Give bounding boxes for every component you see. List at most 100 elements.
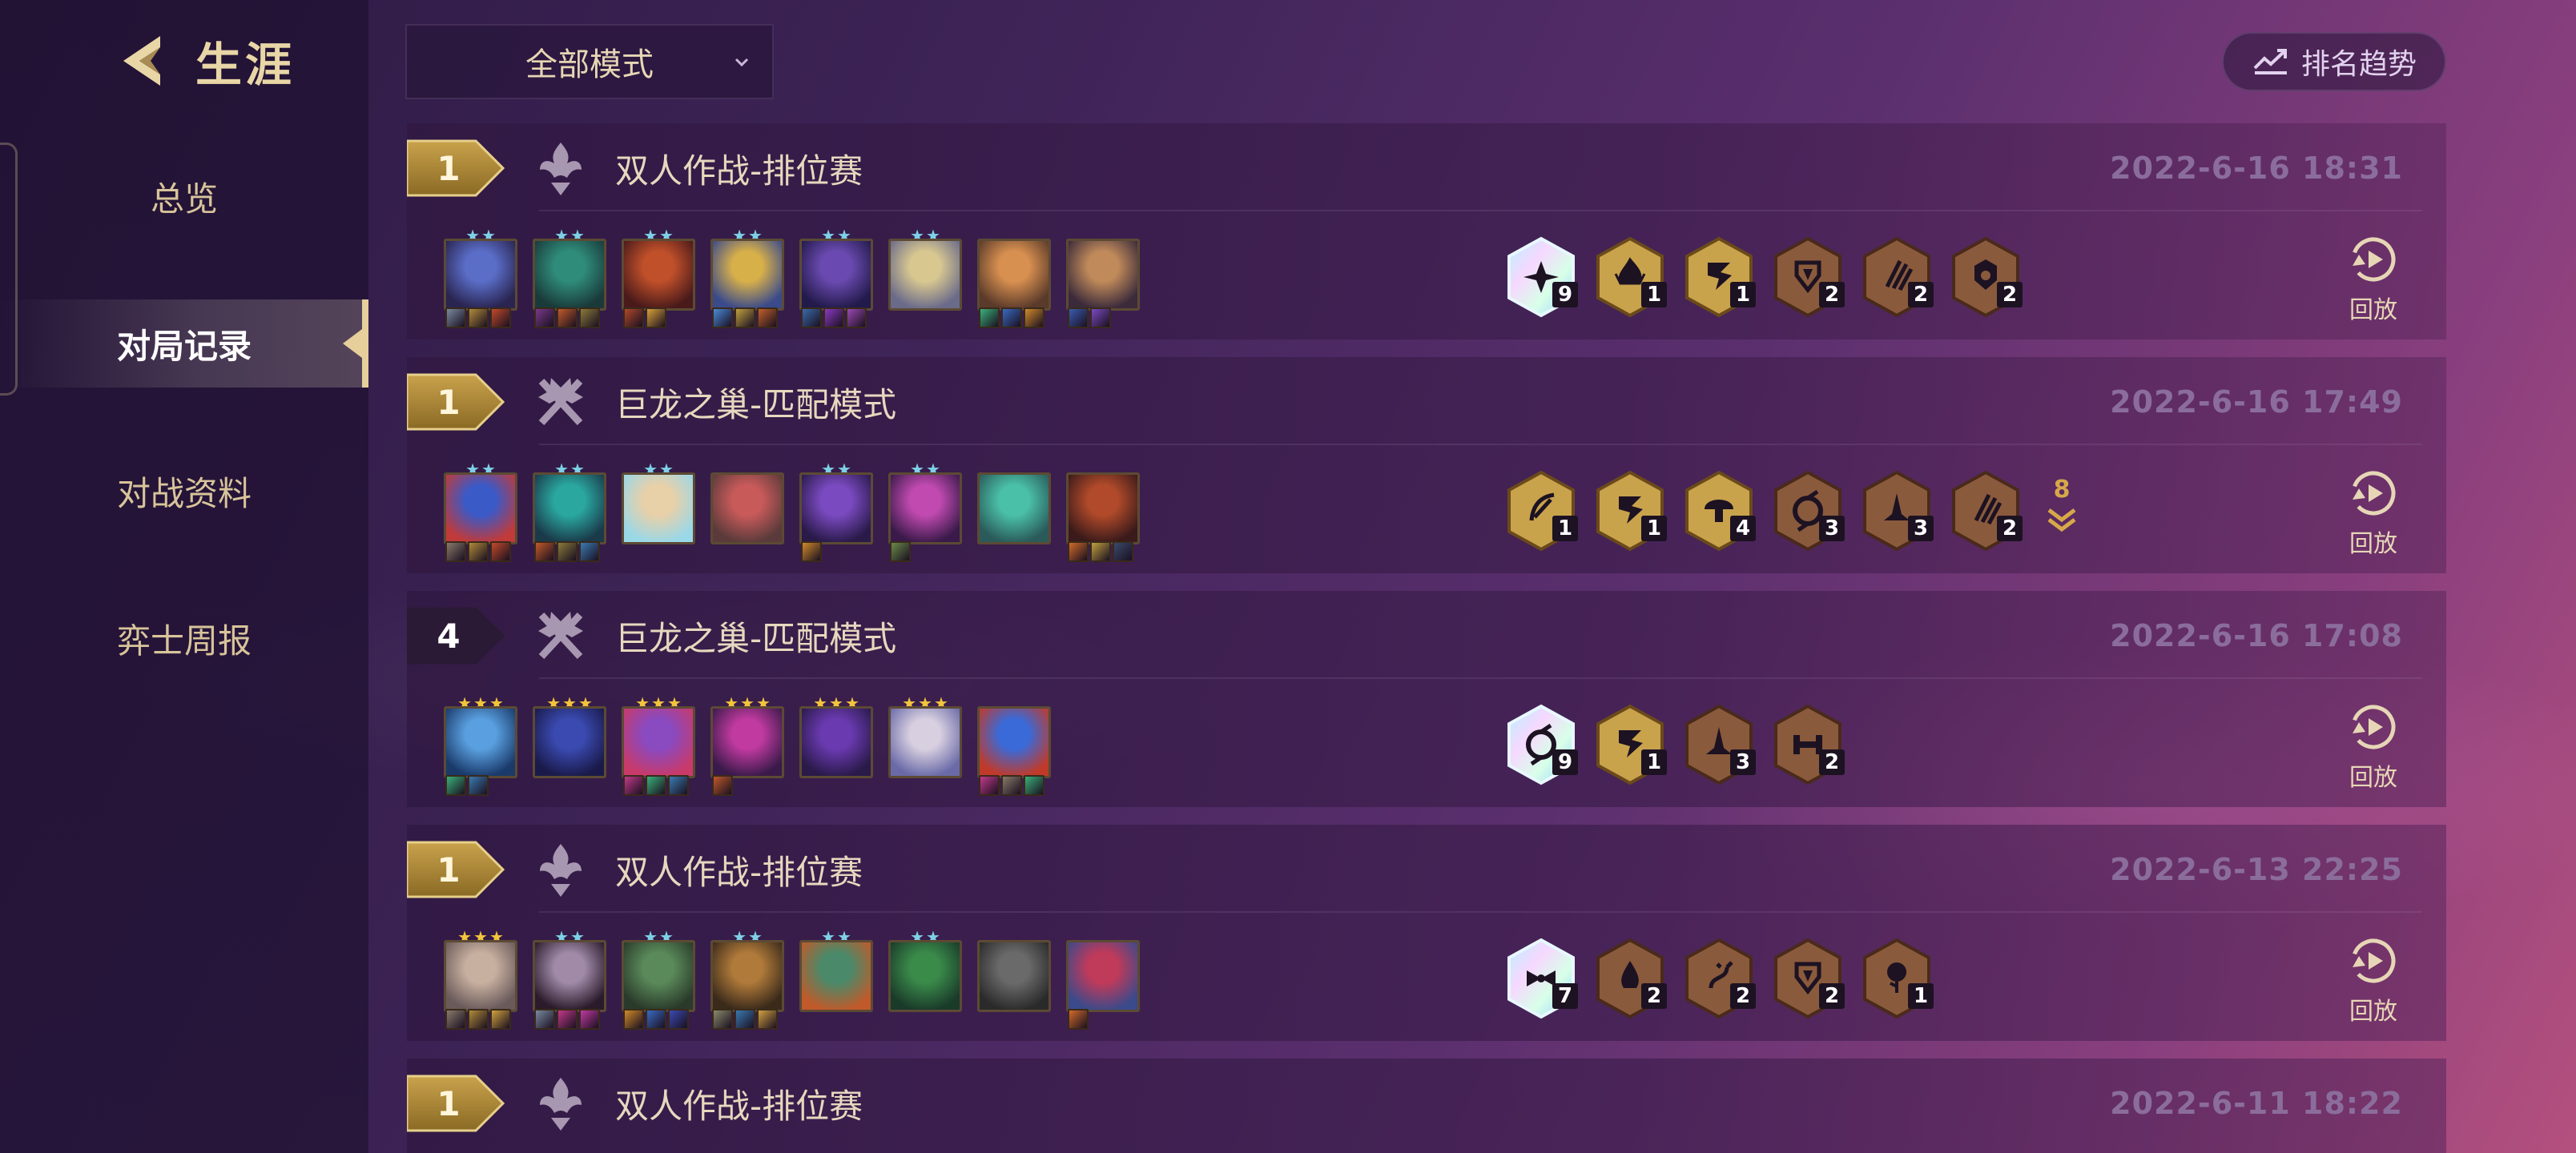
trait-count: 2 bbox=[1819, 983, 1845, 1009]
back-arrow-icon[interactable] bbox=[112, 30, 175, 92]
trait-badge[interactable]: 9 bbox=[1503, 701, 1580, 788]
champion-unit[interactable] bbox=[977, 466, 1051, 562]
item-icon bbox=[623, 775, 644, 796]
champion-unit[interactable]: ★ ★ ★ bbox=[622, 695, 695, 796]
more-traits-button[interactable]: 8 bbox=[2038, 476, 2086, 548]
champion-unit[interactable]: ★ ★ bbox=[622, 929, 695, 1030]
item-icon bbox=[1068, 1009, 1089, 1030]
item-icon bbox=[801, 307, 822, 328]
champion-unit[interactable]: ★ ★ bbox=[888, 227, 962, 328]
champion-unit[interactable]: ★ ★ ★ bbox=[888, 695, 962, 796]
placement-number: 1 bbox=[437, 148, 461, 188]
champion-unit[interactable]: ★ ★ bbox=[799, 929, 873, 1030]
match-card[interactable]: 4 巨龙之巢-匹配模式 2022-6-16 17:08 ★ ★ ★ ★ ★ ★ ★ ★ ★ ★ ★ ★ ★ ★ ★… bbox=[407, 591, 2446, 807]
champion-unit[interactable] bbox=[977, 934, 1051, 1030]
back-header[interactable]: 生涯 bbox=[112, 29, 295, 93]
item-icon bbox=[623, 307, 644, 328]
unit-items bbox=[712, 1009, 778, 1030]
trait-badge[interactable]: 2 bbox=[1947, 234, 2024, 320]
trait-badge[interactable]: 2 bbox=[1769, 935, 1846, 1022]
match-card[interactable]: 1 巨龙之巢-匹配模式 2022-6-16 17:49 ★ ★ ★ ★ ★ ★ ★ ★ ★ ★ 1 1 4 3 3… bbox=[407, 357, 2446, 573]
duo-mode-icon bbox=[540, 844, 582, 897]
trait-count: 1 bbox=[1730, 282, 1756, 307]
trait-badge[interactable]: 1 bbox=[1858, 935, 1935, 1022]
sidebar-item-match-history[interactable]: 对局记录 bbox=[0, 299, 368, 388]
champion-unit[interactable]: ★ ★ ★ bbox=[444, 695, 517, 796]
champion-unit[interactable] bbox=[977, 232, 1051, 328]
champion-unit[interactable]: ★ ★ bbox=[888, 929, 962, 1030]
item-icon bbox=[534, 307, 555, 328]
trait-badge[interactable]: 2 bbox=[1592, 935, 1668, 1022]
trait-badge[interactable]: 9 bbox=[1503, 234, 1580, 320]
champion-unit[interactable] bbox=[1066, 232, 1140, 328]
item-icon bbox=[1113, 541, 1133, 562]
item-icon bbox=[646, 775, 666, 796]
sidebar-item-battle-stats[interactable]: 对战资料 bbox=[0, 447, 368, 535]
champion-unit[interactable]: ★ ★ bbox=[533, 227, 606, 328]
match-card[interactable]: 1 双人作战-排位赛 2022-6-16 18:31 ★ ★ ★ ★ ★ ★ ★ ★ ★ ★ ★ ★ 9 1 1 2… bbox=[407, 123, 2446, 339]
champion-unit[interactable]: ★ ★ ★ bbox=[799, 695, 873, 796]
champion-unit[interactable] bbox=[1066, 934, 1140, 1030]
champion-unit[interactable] bbox=[977, 700, 1051, 796]
item-icon bbox=[668, 1009, 689, 1030]
champion-unit[interactable]: ★ ★ ★ bbox=[444, 929, 517, 1030]
champion-portrait bbox=[977, 706, 1051, 778]
sidebar: 生涯 总览 对局记录 对战资料 弈士周报 bbox=[0, 0, 368, 1153]
champion-unit[interactable]: ★ ★ bbox=[710, 227, 784, 328]
champion-unit[interactable]: ★ ★ bbox=[622, 227, 695, 328]
trait-badge[interactable]: 2 bbox=[1769, 234, 1846, 320]
trait-badge[interactable]: 4 bbox=[1680, 468, 1757, 554]
match-card[interactable]: 1 双人作战-排位赛 2022-6-13 22:25 ★ ★ ★ ★ ★ ★ ★ ★ ★ ★ ★ ★ ★ 7 2 2… bbox=[407, 825, 2446, 1041]
trait-count: 2 bbox=[1908, 282, 1934, 307]
item-icon bbox=[646, 1009, 666, 1030]
active-indicator-arrow bbox=[343, 329, 362, 358]
trait-badge[interactable]: 1 bbox=[1592, 701, 1668, 788]
champion-portrait bbox=[977, 472, 1051, 544]
item-icon bbox=[757, 1009, 778, 1030]
trait-badge[interactable]: 3 bbox=[1680, 701, 1757, 788]
replay-icon bbox=[2351, 705, 2396, 749]
champion-unit[interactable]: ★ ★ bbox=[444, 461, 517, 562]
champion-unit[interactable]: ★ ★ bbox=[622, 461, 695, 562]
trait-badge[interactable]: 2 bbox=[1680, 935, 1757, 1022]
champion-unit[interactable]: ★ ★ bbox=[533, 929, 606, 1030]
trait-badge[interactable]: 3 bbox=[1769, 468, 1846, 554]
trait-badge[interactable]: 2 bbox=[1858, 234, 1935, 320]
trait-badge[interactable]: 2 bbox=[1769, 701, 1846, 788]
champion-unit[interactable]: ★ ★ bbox=[799, 461, 873, 562]
trait-badge[interactable]: 1 bbox=[1592, 234, 1668, 320]
champion-unit[interactable]: ★ ★ ★ bbox=[533, 695, 606, 796]
champion-portrait bbox=[622, 706, 695, 778]
champion-portrait bbox=[799, 239, 873, 311]
champion-portrait bbox=[533, 472, 606, 544]
match-card[interactable]: 1 双人作战-排位赛 2022-6-11 18:22 bbox=[407, 1059, 2446, 1153]
trait-badge[interactable]: 1 bbox=[1503, 468, 1580, 554]
trend-chart-icon bbox=[2253, 49, 2287, 74]
replay-button[interactable]: 回放 bbox=[2337, 468, 2409, 558]
trait-badge[interactable]: 3 bbox=[1858, 468, 1935, 554]
champion-unit[interactable]: ★ ★ ★ bbox=[710, 695, 784, 796]
replay-button[interactable]: 回放 bbox=[2337, 935, 2409, 1026]
trait-badge[interactable]: 1 bbox=[1592, 468, 1668, 554]
rank-trend-button[interactable]: 排名趋势 bbox=[2222, 32, 2446, 91]
replay-button[interactable]: 回放 bbox=[2337, 701, 2409, 792]
item-icon bbox=[557, 541, 578, 562]
champion-unit[interactable] bbox=[1066, 466, 1140, 562]
champion-unit[interactable]: ★ ★ bbox=[799, 227, 873, 328]
mode-filter-dropdown[interactable]: 全部模式 bbox=[405, 24, 774, 99]
champion-unit[interactable]: ★ ★ bbox=[710, 929, 784, 1030]
trait-badge[interactable]: 7 bbox=[1503, 935, 1580, 1022]
champion-unit[interactable]: ★ ★ bbox=[888, 461, 962, 562]
sidebar-item-overview[interactable]: 总览 bbox=[0, 152, 368, 240]
trait-count: 2 bbox=[1730, 983, 1756, 1009]
unit-items bbox=[445, 307, 511, 328]
trait-badge[interactable]: 1 bbox=[1680, 234, 1757, 320]
champion-unit[interactable]: ★ ★ bbox=[533, 461, 606, 562]
replay-button[interactable]: 回放 bbox=[2337, 234, 2409, 324]
sidebar-item-weekly-report[interactable]: 弈士周报 bbox=[0, 594, 368, 682]
trait-badge[interactable]: 2 bbox=[1947, 468, 2024, 554]
champion-unit[interactable] bbox=[710, 466, 784, 562]
champion-portrait bbox=[888, 940, 962, 1012]
champion-unit[interactable]: ★ ★ bbox=[444, 227, 517, 328]
placement-number: 1 bbox=[437, 1083, 461, 1123]
